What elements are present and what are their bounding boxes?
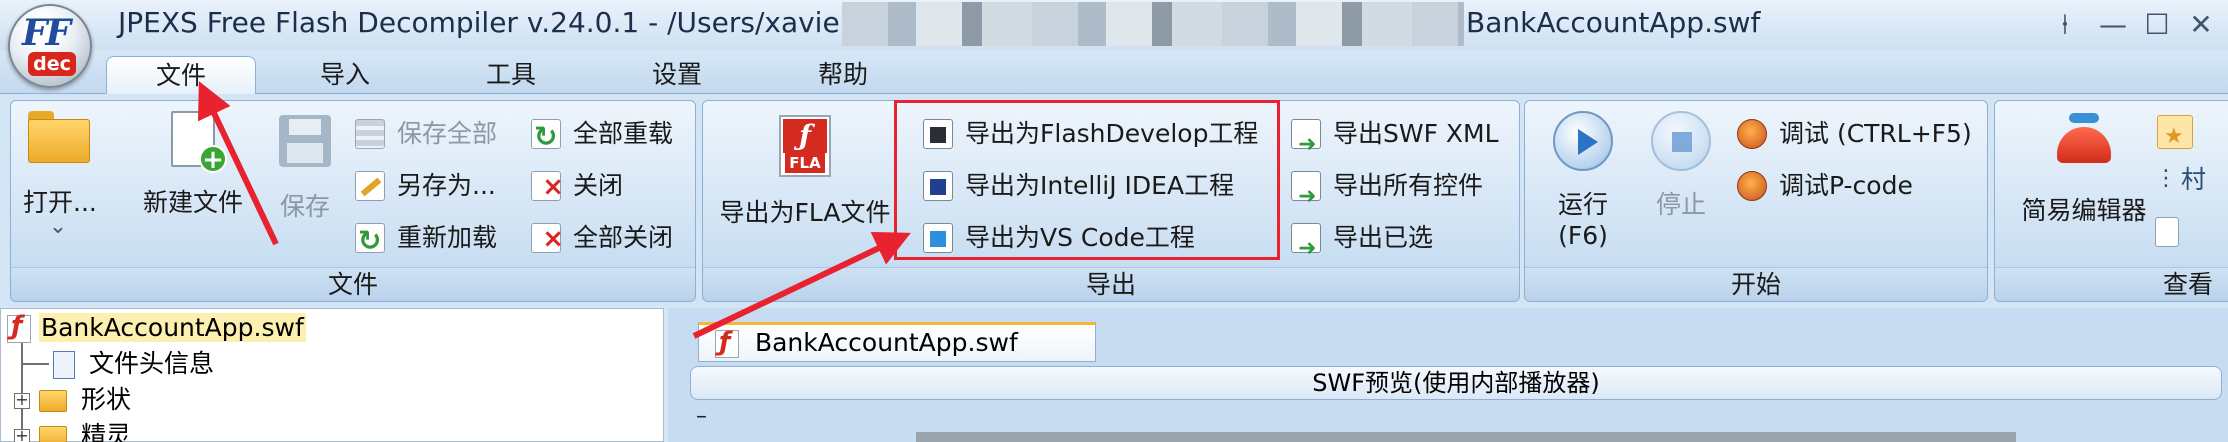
arrow-to-vscode-export	[692, 232, 911, 339]
logo-dec-badge: dec	[28, 52, 76, 76]
arrow-to-file-tab	[198, 81, 279, 246]
annotation-arrows	[198, 81, 911, 339]
app-logo-icon[interactable]: FF dec	[8, 4, 92, 88]
app-window: JPEXS Free Flash Decompiler v.24.0.1 - /…	[0, 0, 2228, 442]
logo-ff-text: FF	[22, 12, 71, 54]
